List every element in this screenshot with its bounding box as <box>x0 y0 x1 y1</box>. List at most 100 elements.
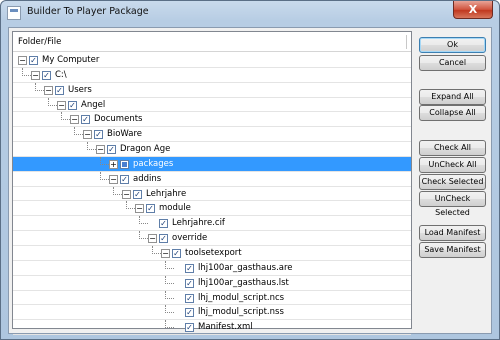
tree-connector <box>61 112 62 121</box>
tree-row[interactable]: − ✓ Angel <box>13 97 411 113</box>
tree-row-label: BioWare <box>107 129 143 140</box>
tree-connector <box>48 104 57 106</box>
tree-row-label: packages <box>133 158 174 169</box>
tree-connector <box>139 238 148 240</box>
collapse-icon[interactable]: − <box>18 56 27 65</box>
row-checkbox[interactable]: ✓ <box>185 263 194 273</box>
row-checkbox[interactable]: ✓ <box>185 278 194 288</box>
tree-connector <box>48 97 49 106</box>
expand-icon[interactable]: + <box>109 159 118 169</box>
collapse-icon[interactable]: − <box>161 248 170 258</box>
row-checkbox[interactable]: ✓ <box>159 219 168 229</box>
tree-connector <box>100 171 101 180</box>
tree-row-label: Lehrjahre.cif <box>172 218 225 229</box>
title-bar[interactable]: Builder To Player Package X <box>1 1 499 25</box>
tree-connector <box>152 245 153 254</box>
uncheck-all-button[interactable]: UnCheck All <box>419 157 486 173</box>
collapse-icon[interactable]: − <box>83 130 92 140</box>
dialog-window: Builder To Player Package X Folder/File … <box>0 0 500 340</box>
row-checkbox[interactable]: ✓ <box>42 70 51 80</box>
tree-row[interactable]: − ✓ addins <box>13 171 411 187</box>
tree-row[interactable]: ✓ lhj_modul_script.nss <box>13 305 411 321</box>
row-checkbox[interactable]: ✓ <box>185 323 194 333</box>
row-checkbox[interactable]: ✓ <box>120 174 129 184</box>
tree-column-header[interactable]: Folder/File <box>13 32 411 52</box>
row-checkbox[interactable]: ✓ <box>146 204 155 214</box>
expand-all-button[interactable]: Expand All <box>419 89 486 105</box>
tree-row-label: lhj_modul_script.ncs <box>198 292 285 303</box>
tree-row[interactable]: + packages <box>13 156 411 172</box>
row-checkbox[interactable]: ✓ <box>159 234 168 244</box>
row-checkbox[interactable]: ✓ <box>94 130 103 140</box>
tree-row[interactable]: ✓ lhj_modul_script.ncs <box>13 290 411 306</box>
row-checkbox[interactable]: ✓ <box>185 293 194 303</box>
ok-button[interactable]: Ok <box>419 37 486 53</box>
collapse-icon[interactable]: − <box>44 85 53 95</box>
column-separator[interactable] <box>406 35 407 49</box>
app-icon <box>7 6 21 20</box>
tree-connector <box>74 127 75 136</box>
tree-connector <box>126 208 135 210</box>
row-checkbox[interactable]: ✓ <box>55 85 64 95</box>
tree-connector <box>139 216 140 225</box>
tree-row[interactable]: − ✓ My Computer <box>13 53 411 68</box>
collapse-icon[interactable]: − <box>122 189 131 199</box>
close-button[interactable]: X <box>453 1 493 19</box>
collapse-icon[interactable]: − <box>70 115 79 125</box>
tree-row[interactable]: ✓ Lehrjahre.cif <box>13 216 411 232</box>
row-checkbox[interactable] <box>120 159 129 169</box>
collapse-icon[interactable]: − <box>96 145 105 155</box>
tree-row[interactable]: − ✓ Documents <box>13 112 411 128</box>
client-area: Folder/File − ✓ My Computer − ✓ C:\ − ✓ Users − ✓ A… <box>8 27 492 336</box>
tree-row[interactable]: ✓ lhj100ar_gasthaus.lst <box>13 275 411 291</box>
collapse-icon[interactable]: − <box>148 234 157 244</box>
save-manifest-button[interactable]: Save Manifest <box>419 242 486 258</box>
check-selected-button[interactable]: Check Selected <box>419 174 486 190</box>
tree-row[interactable]: − ✓ Users <box>13 82 411 98</box>
load-manifest-button[interactable]: Load Manifest <box>419 225 486 241</box>
tree-row-label: lhj_modul_script.nss <box>198 307 284 318</box>
collapse-all-button[interactable]: Collapse All <box>419 105 486 121</box>
tree-row[interactable]: ✓ Manifest.xml <box>13 320 411 336</box>
tree-connector <box>165 327 174 329</box>
tree-row-label: Manifest.xml <box>198 322 253 333</box>
tree-connector <box>113 186 114 195</box>
folder-tree[interactable]: Folder/File − ✓ My Computer − ✓ C:\ − ✓ Users − ✓ A… <box>12 31 412 336</box>
collapse-icon[interactable]: − <box>109 174 118 184</box>
tree-connector <box>126 201 127 210</box>
row-checkbox[interactable]: ✓ <box>133 189 142 199</box>
tree-row-label: Angel <box>81 99 106 110</box>
collapse-icon[interactable]: − <box>31 70 40 80</box>
tree-connector <box>165 320 166 329</box>
row-checkbox[interactable]: ✓ <box>68 100 77 110</box>
tree-row-label: module <box>159 203 191 214</box>
row-checkbox[interactable]: ✓ <box>29 56 38 65</box>
tree-row[interactable]: − ✓ Lehrjahre <box>13 186 411 202</box>
uncheck-selected-button[interactable]: UnCheck Selected <box>419 191 486 217</box>
tree-connector <box>100 156 101 165</box>
tree-connector <box>165 260 166 269</box>
collapse-icon[interactable]: − <box>57 100 66 110</box>
row-checkbox[interactable]: ✓ <box>81 115 90 125</box>
tree-connector <box>100 163 109 165</box>
tree-row[interactable]: − ✓ Dragon Age <box>13 142 411 157</box>
tree-connector <box>139 223 148 225</box>
tree-connector <box>35 82 36 91</box>
tree-row[interactable]: − ✓ module <box>13 201 411 217</box>
tree-row-label: toolsetexport <box>185 247 242 258</box>
tree-connector <box>152 252 161 254</box>
tree-rows: − ✓ My Computer − ✓ C:\ − ✓ Users − ✓ Angel − ✓ Docume… <box>13 53 411 336</box>
tree-row[interactable]: − ✓ C:\ <box>13 67 411 83</box>
tree-row[interactable]: − ✓ BioWare <box>13 127 411 143</box>
tree-connector <box>165 305 166 314</box>
collapse-icon[interactable]: − <box>135 204 144 214</box>
row-checkbox[interactable]: ✓ <box>107 145 116 155</box>
row-checkbox[interactable]: ✓ <box>172 248 181 258</box>
tree-connector <box>87 142 88 151</box>
tree-row[interactable]: − ✓ override <box>13 231 411 246</box>
tree-row[interactable]: − ✓ toolsetexport <box>13 245 411 261</box>
row-checkbox[interactable]: ✓ <box>185 308 194 318</box>
cancel-button[interactable]: Cancel <box>419 55 486 71</box>
check-all-button[interactable]: Check All <box>419 140 486 156</box>
tree-row[interactable]: ✓ lhj100ar_gasthaus.are <box>13 260 411 276</box>
